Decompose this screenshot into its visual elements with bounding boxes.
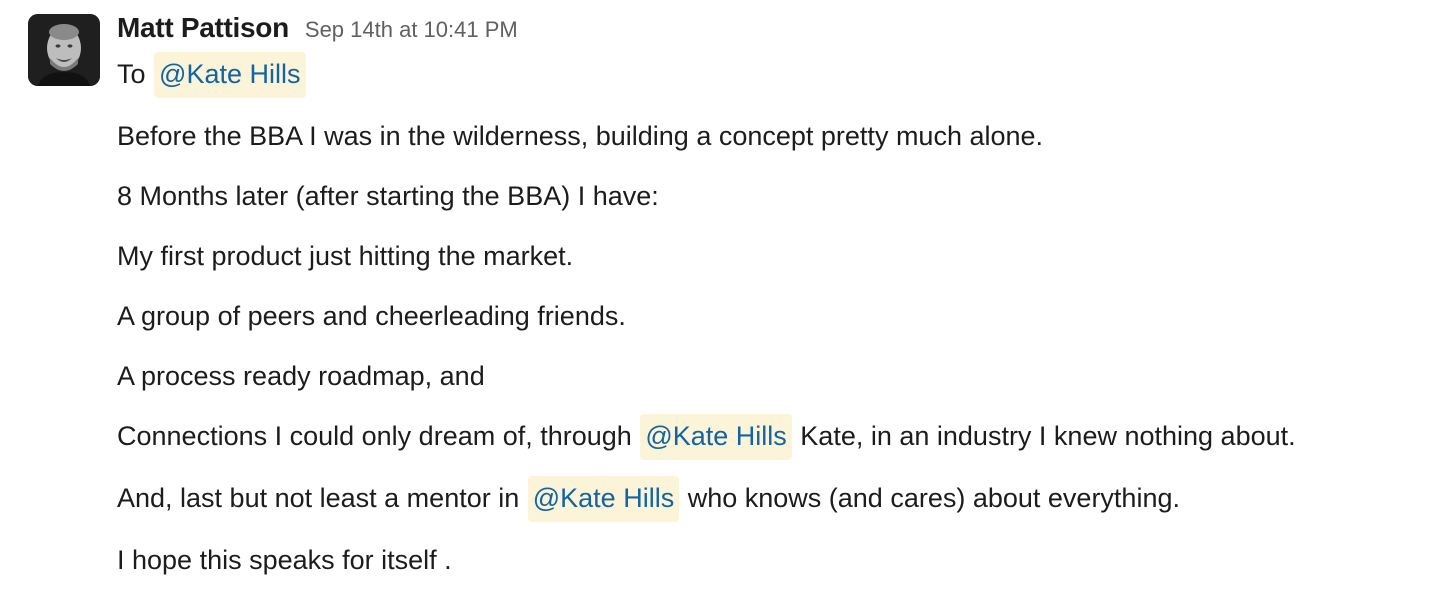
message-line: A group of peers and cheerleading friend… [117,301,626,331]
message-line: Before the BBA I was in the wilderness, … [117,121,1044,151]
message-line: 8 Months later (after starting the BBA) … [117,181,659,211]
message-line: My first product just hitting the market… [117,241,574,271]
user-mention[interactable]: @Kate Hills [640,414,792,460]
line-text: And, last but not least a mentor in [117,483,520,513]
line-text: Kate, in an industry I knew nothing abou… [800,421,1296,451]
line-text: To [117,59,146,89]
line-text: who knows (and cares) about everything. [687,483,1180,513]
avatar[interactable] [28,14,100,86]
message: Matt Pattison Sep 14th at 10:41 PM To @K… [0,0,1454,590]
message-header: Matt Pattison Sep 14th at 10:41 PM [117,12,518,48]
user-mention[interactable]: @Kate Hills [527,476,680,522]
sender-name[interactable]: Matt Pattison [117,12,289,44]
user-mention[interactable]: @Kate Hills [154,52,306,98]
message-line: To @Kate Hills [117,52,307,98]
message-line: Connections I could only dream of, throu… [117,414,1296,460]
line-text: Connections I could only dream of, throu… [117,421,632,451]
timestamp[interactable]: Sep 14th at 10:41 PM [305,17,518,43]
user-avatar-icon [28,14,100,86]
message-line: I hope this speaks for itself . [117,545,452,575]
message-line: And, last but not least a mentor in @Kat… [117,476,1180,522]
message-line: A process ready roadmap, and [117,361,485,391]
